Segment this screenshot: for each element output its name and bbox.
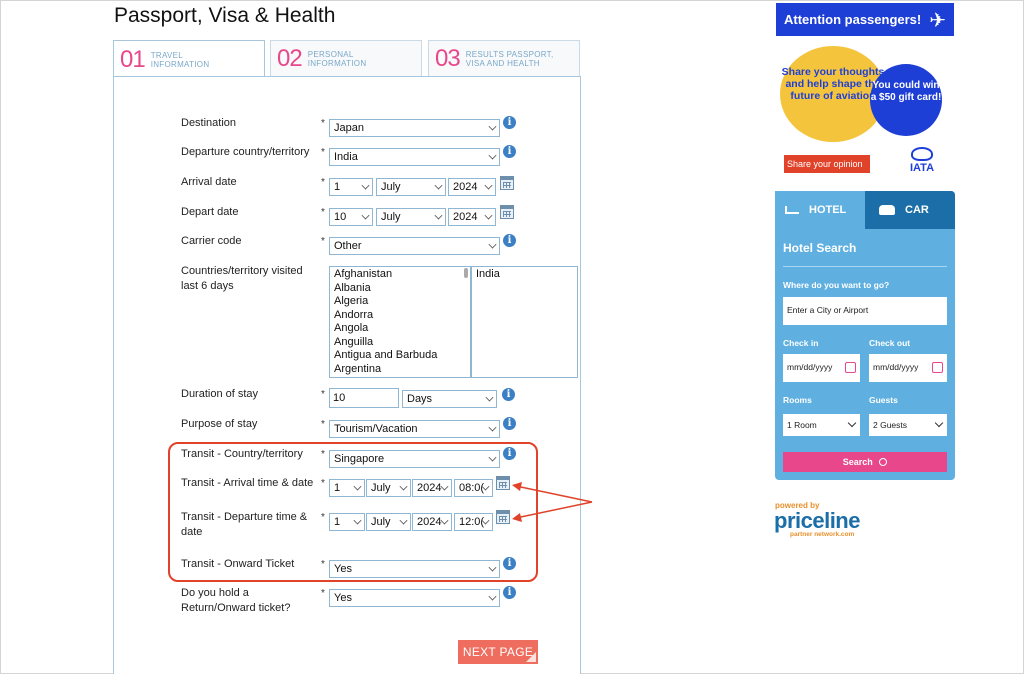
countries-selected-list[interactable]: India [471, 266, 578, 378]
where-label: Where do you want to go? [783, 280, 890, 290]
required-mark: * [321, 419, 325, 430]
destination-input[interactable]: Enter a City or Airport [783, 297, 947, 325]
required-mark: * [321, 118, 325, 129]
list-item[interactable]: Algeria [330, 295, 470, 309]
tab-hotel[interactable]: HOTEL [775, 191, 865, 229]
list-item[interactable]: Albania [330, 282, 470, 296]
list-item[interactable]: Afghanistan [330, 268, 470, 282]
guests-select[interactable]: 2 Guests [869, 414, 947, 436]
tab-number: 01 [120, 45, 146, 73]
required-mark: * [321, 588, 325, 599]
tab-number: 02 [277, 44, 303, 72]
purpose-select[interactable]: Tourism/Vacation [329, 420, 500, 438]
list-item[interactable]: India [472, 268, 577, 282]
return-ticket-select[interactable]: Yes [329, 589, 500, 607]
page-title: Passport, Visa & Health [114, 4, 336, 27]
required-mark: * [321, 147, 325, 158]
list-item[interactable]: Argentina [330, 363, 470, 377]
transit-highlight-box [168, 442, 538, 582]
attention-text: Attention passengers! [784, 12, 922, 27]
departure-country-label: Departure country/territory [181, 146, 310, 158]
iata-logo: IATA [898, 147, 946, 177]
depart-date-label: Depart date [181, 206, 239, 218]
duration-input[interactable]: 10 [329, 388, 399, 408]
checkout-input[interactable]: mm/dd/yyyy [869, 354, 947, 382]
hotel-search-widget: HOTEL CAR Hotel Search Where do you want… [775, 191, 955, 480]
rooms-label: Rooms [783, 395, 812, 405]
arrival-month-select[interactable]: July [376, 178, 446, 196]
checkin-input[interactable]: mm/dd/yyyy [783, 354, 860, 382]
airplane-icon: ✈ [929, 10, 946, 32]
globe-icon [911, 147, 933, 161]
list-item[interactable]: Angola [330, 322, 470, 336]
list-item[interactable]: Andorra [330, 309, 470, 323]
carrier-code-label: Carrier code [181, 235, 242, 247]
depart-year-select[interactable]: 2024 [448, 208, 496, 226]
scrollbar[interactable] [464, 268, 468, 278]
required-mark: * [321, 207, 325, 218]
destination-label: Destination [181, 117, 237, 129]
destination-select[interactable]: Japan [329, 119, 500, 137]
bed-icon [785, 206, 799, 214]
widget-title: Hotel Search [783, 241, 857, 255]
tab-label: RESULTS PASSPORT, VISA AND HEALTH [465, 49, 554, 68]
attention-banner[interactable]: Attention passengers! ✈ [776, 3, 954, 36]
info-icon[interactable]: i [503, 234, 516, 247]
info-icon[interactable]: i [503, 586, 516, 599]
departure-country-select[interactable]: India [329, 148, 500, 166]
calendar-icon[interactable] [845, 362, 856, 373]
tab-label: TRAVEL INFORMATION [150, 50, 210, 69]
tab-results[interactable]: 03 RESULTS PASSPORT, VISA AND HEALTH [428, 40, 580, 76]
partner-network-text: partner network.com [790, 531, 855, 538]
countries-visited-label: Countries/territory visited last 6 days [181, 265, 303, 292]
duration-unit-select[interactable]: Days [402, 390, 497, 408]
checkout-label: Check out [869, 338, 911, 348]
duration-label: Duration of stay [181, 388, 259, 400]
hotel-search-button[interactable]: Search [783, 452, 947, 472]
tab-travel-information[interactable]: 01 TRAVEL INFORMATION [113, 40, 265, 78]
divider [783, 266, 947, 267]
search-icon [879, 458, 888, 466]
purpose-label: Purpose of stay [181, 418, 258, 430]
tab-number: 03 [435, 44, 461, 72]
guests-label: Guests [869, 395, 898, 405]
list-item[interactable]: Anguilla [330, 336, 470, 350]
arrival-year-select[interactable]: 2024 [448, 178, 496, 196]
rooms-select[interactable]: 1 Room [783, 414, 860, 436]
required-mark: * [321, 236, 325, 247]
carrier-code-select[interactable]: Other [329, 237, 500, 255]
required-mark: * [321, 389, 325, 400]
checkin-label: Check in [783, 338, 819, 348]
tab-label: PERSONAL INFORMATION [307, 49, 367, 68]
list-item[interactable]: Antigua and Barbuda [330, 349, 470, 363]
arrival-day-select[interactable]: 1 [329, 178, 373, 196]
info-icon[interactable]: i [502, 388, 515, 401]
tab-car[interactable]: CAR [865, 191, 955, 229]
share-opinion-button[interactable]: Share your opinion [784, 155, 870, 173]
calendar-icon[interactable] [500, 205, 514, 219]
tab-personal-information[interactable]: 02 PERSONAL INFORMATION [270, 40, 422, 76]
next-page-button[interactable]: NEXT PAGE [458, 640, 538, 664]
arrival-date-label: Arrival date [181, 176, 237, 188]
calendar-icon[interactable] [932, 362, 943, 373]
depart-day-select[interactable]: 10 [329, 208, 373, 226]
depart-month-select[interactable]: July [376, 208, 446, 226]
info-icon[interactable]: i [503, 116, 516, 129]
info-icon[interactable]: i [503, 417, 516, 430]
return-ticket-label: Do you hold a Return/Onward ticket? [181, 587, 291, 614]
required-mark: * [321, 177, 325, 188]
countries-available-list[interactable]: Afghanistan Albania Algeria Andorra Ango… [329, 266, 471, 378]
annotation-arrows [512, 482, 593, 522]
info-icon[interactable]: i [503, 145, 516, 158]
calendar-icon[interactable] [500, 176, 514, 190]
car-icon [879, 205, 895, 215]
prize-bubble: You could win a $50 gift card! [870, 64, 942, 136]
